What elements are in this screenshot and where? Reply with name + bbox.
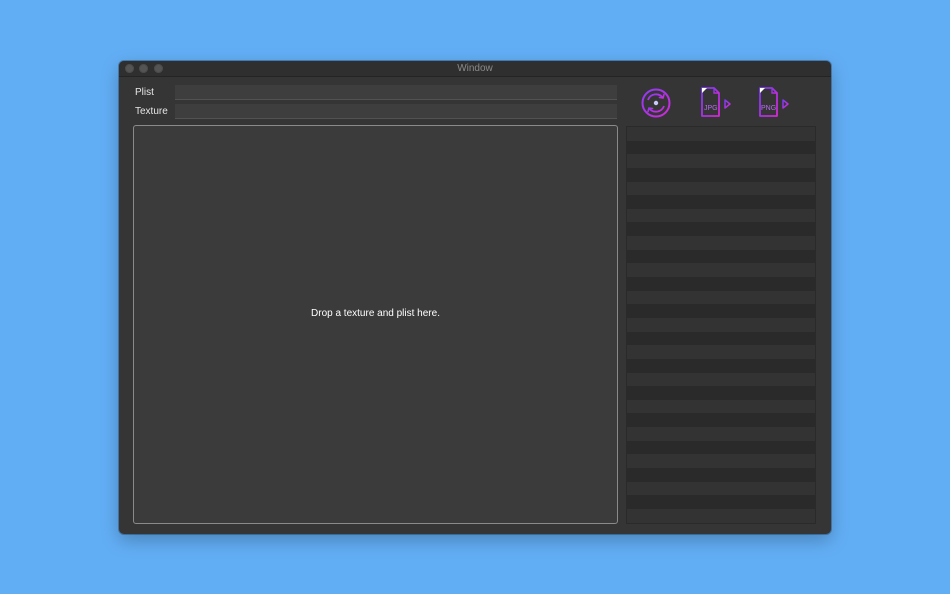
list-row[interactable] bbox=[627, 290, 815, 305]
texture-field[interactable] bbox=[175, 104, 617, 119]
list-row[interactable] bbox=[627, 345, 815, 359]
plist-field[interactable] bbox=[175, 85, 617, 100]
list-row[interactable] bbox=[627, 508, 815, 523]
title-bar[interactable]: Window bbox=[119, 61, 831, 77]
list-row[interactable] bbox=[627, 317, 815, 332]
list-row[interactable] bbox=[627, 140, 815, 155]
sprite-list[interactable] bbox=[626, 126, 816, 524]
list-row[interactable] bbox=[627, 386, 815, 400]
list-row[interactable] bbox=[627, 440, 815, 455]
list-row[interactable] bbox=[627, 481, 815, 496]
list-row[interactable] bbox=[627, 154, 815, 168]
list-row[interactable] bbox=[627, 222, 815, 237]
list-row[interactable] bbox=[627, 454, 815, 469]
list-row[interactable] bbox=[627, 468, 815, 482]
list-row[interactable] bbox=[627, 427, 815, 441]
window-title: Window bbox=[457, 63, 493, 74]
export-jpg-button[interactable]: JPG bbox=[697, 85, 733, 121]
list-row[interactable] bbox=[627, 304, 815, 318]
list-row[interactable] bbox=[627, 263, 815, 278]
export-png-icon: PNG bbox=[759, 87, 789, 117]
list-row[interactable] bbox=[627, 249, 815, 264]
convert-button[interactable] bbox=[638, 85, 674, 121]
list-row[interactable] bbox=[627, 195, 815, 209]
app-window: Window Plist Texture Drop a texture and … bbox=[119, 61, 831, 534]
texture-drop-zone[interactable]: Drop a texture and plist here. bbox=[133, 125, 618, 524]
list-row[interactable] bbox=[627, 358, 815, 373]
list-row[interactable] bbox=[627, 399, 815, 414]
texture-label: Texture bbox=[135, 106, 168, 117]
plist-label: Plist bbox=[135, 87, 154, 98]
list-row[interactable] bbox=[627, 167, 815, 182]
list-row[interactable] bbox=[627, 127, 815, 141]
list-row[interactable] bbox=[627, 208, 815, 223]
list-row[interactable] bbox=[627, 236, 815, 250]
drop-zone-hint: Drop a texture and plist here. bbox=[311, 308, 440, 319]
list-row[interactable] bbox=[627, 413, 815, 428]
list-row[interactable] bbox=[627, 277, 815, 291]
export-jpg-icon: JPG bbox=[701, 87, 731, 117]
list-row[interactable] bbox=[627, 181, 815, 196]
list-row[interactable] bbox=[627, 331, 815, 346]
export-png-button[interactable]: PNG bbox=[755, 85, 791, 121]
list-row[interactable] bbox=[627, 372, 815, 387]
refresh-disc-icon bbox=[641, 88, 671, 118]
list-row[interactable] bbox=[627, 495, 815, 509]
